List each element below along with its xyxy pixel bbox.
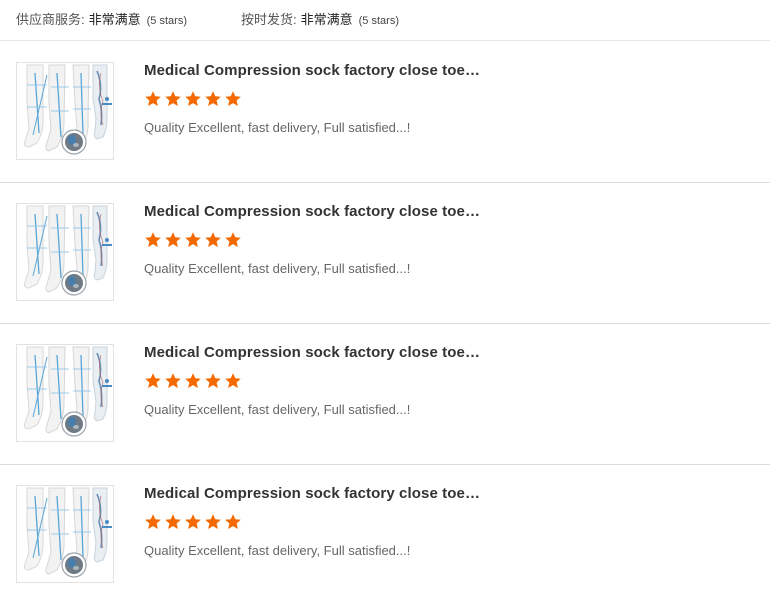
star-rating — [144, 513, 244, 531]
star-icon — [204, 372, 222, 390]
supplier-service-stars: (5 stars) — [146, 15, 187, 27]
star-icon — [164, 372, 182, 390]
on-time-delivery-rating: 按时发货: 非常满意 (5 stars) — [241, 9, 399, 28]
supplier-service-label: 供应商服务: — [16, 12, 85, 27]
review-comment: Quality Excellent, fast delivery, Full s… — [144, 120, 411, 135]
star-icon — [204, 513, 222, 531]
star-icon — [144, 231, 162, 249]
supplier-service-rating: 供应商服务: 非常满意 (5 stars) — [16, 9, 187, 28]
compression-socks-image — [17, 345, 113, 441]
product-title-link[interactable]: Medical Compression sock factory close t… — [144, 62, 484, 79]
star-rating — [144, 231, 244, 249]
star-rating — [144, 90, 244, 108]
supplier-service-value: 非常满意 — [88, 12, 141, 27]
star-icon — [224, 231, 242, 249]
star-icon — [144, 513, 162, 531]
review-comment: Quality Excellent, fast delivery, Full s… — [144, 543, 411, 558]
compression-socks-image — [17, 204, 113, 300]
star-icon — [144, 372, 162, 390]
review-comment: Quality Excellent, fast delivery, Full s… — [144, 402, 411, 417]
product-title-link[interactable]: Medical Compression sock factory close t… — [144, 344, 484, 361]
product-thumbnail[interactable] — [16, 485, 114, 583]
star-icon — [144, 90, 162, 108]
product-thumbnail[interactable] — [16, 344, 114, 442]
rating-summary-bar: 供应商服务: 非常满意 (5 stars) 按时发货: 非常满意 (5 stars) — [0, 0, 770, 41]
star-icon — [164, 90, 182, 108]
star-icon — [164, 231, 182, 249]
compression-socks-image — [17, 486, 113, 582]
review-comment: Quality Excellent, fast delivery, Full s… — [144, 261, 411, 276]
star-rating — [144, 372, 244, 390]
star-icon — [164, 513, 182, 531]
review-item: Medical Compression sock factory close t… — [0, 183, 770, 324]
star-icon — [224, 513, 242, 531]
review-item: Medical Compression sock factory close t… — [0, 465, 770, 606]
on-time-delivery-stars: (5 stars) — [358, 15, 399, 27]
product-title-link[interactable]: Medical Compression sock factory close t… — [144, 203, 484, 220]
star-icon — [184, 372, 202, 390]
review-item: Medical Compression sock factory close t… — [0, 42, 770, 183]
product-thumbnail[interactable] — [16, 203, 114, 301]
star-icon — [224, 90, 242, 108]
on-time-delivery-value: 非常满意 — [300, 12, 353, 27]
star-icon — [184, 90, 202, 108]
product-thumbnail[interactable] — [16, 62, 114, 160]
star-icon — [204, 231, 222, 249]
review-item: Medical Compression sock factory close t… — [0, 324, 770, 465]
on-time-delivery-label: 按时发货: — [241, 12, 297, 27]
star-icon — [224, 372, 242, 390]
compression-socks-image — [17, 63, 113, 159]
star-icon — [184, 513, 202, 531]
star-icon — [184, 231, 202, 249]
product-title-link[interactable]: Medical Compression sock factory close t… — [144, 485, 484, 502]
star-icon — [204, 90, 222, 108]
